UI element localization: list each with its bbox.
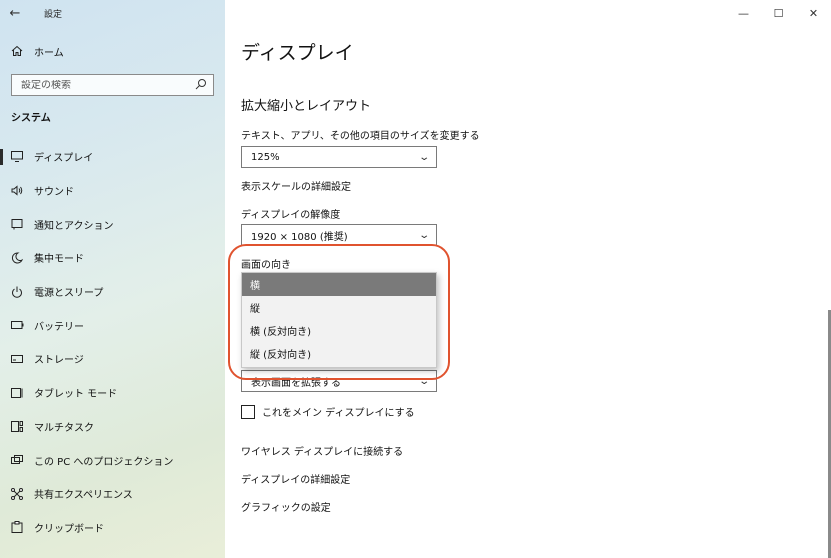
- graphics-settings-link[interactable]: グラフィックの設定: [241, 499, 331, 514]
- monitor-icon: [0, 151, 34, 163]
- clipboard-icon: [0, 521, 34, 534]
- sidebar-item-label: ストレージ: [34, 355, 84, 367]
- scale-section-title: 拡大縮小とレイアウト: [241, 99, 372, 114]
- sidebar-item-label: この PC へのプロジェクション: [34, 456, 174, 468]
- storage-icon: [0, 354, 34, 363]
- battery-icon: [0, 321, 34, 330]
- search-box[interactable]: [11, 74, 214, 96]
- main-content: — ☐ ✕ ディスプレイ 拡大縮小とレイアウト テキスト、アプリ、その他の項目の…: [225, 0, 831, 558]
- nav-list: ディスプレイ サウンド 通知とアクション 集中モード 電源とスリープ バッテリー…: [0, 140, 225, 544]
- sidebar-item-power[interactable]: 電源とスリープ: [0, 275, 225, 309]
- scale-dropdown[interactable]: 125% ⌄: [241, 146, 437, 168]
- wireless-display-link[interactable]: ワイヤレス ディスプレイに接続する: [241, 443, 403, 458]
- scale-value: 125%: [251, 151, 280, 163]
- sidebar-item-clipboard[interactable]: クリップボード: [0, 511, 225, 545]
- close-icon: ✕: [808, 6, 819, 20]
- title-bar: ← 設定: [0, 0, 225, 26]
- resolution-dropdown[interactable]: 1920 × 1080 (推奨) ⌄: [241, 224, 437, 246]
- sidebar-item-label: ディスプレイ: [34, 153, 94, 165]
- scale-label: テキスト、アプリ、その他の項目のサイズを変更する: [241, 131, 480, 142]
- app-title: 設定: [44, 9, 63, 20]
- chevron-down-icon: ⌄: [417, 151, 430, 163]
- sidebar-item-label: 電源とスリープ: [34, 288, 104, 300]
- sidebar-item-projection[interactable]: この PC へのプロジェクション: [0, 443, 225, 477]
- multitask-icon: [0, 420, 34, 432]
- maximize-icon: ☐: [773, 6, 784, 20]
- maximize-button[interactable]: ☐: [761, 0, 796, 26]
- sidebar-item-display[interactable]: ディスプレイ: [0, 140, 225, 174]
- main-display-checkbox-row[interactable]: これをメイン ディスプレイにする: [241, 404, 415, 419]
- sidebar-item-label: 通知とアクション: [34, 220, 114, 232]
- sidebar-item-notifications[interactable]: 通知とアクション: [0, 207, 225, 241]
- sidebar-item-label: 集中モード: [34, 254, 84, 266]
- highlight-outline: [228, 244, 450, 380]
- speaker-icon: [0, 185, 34, 196]
- page-title: ディスプレイ: [241, 42, 354, 64]
- home-link[interactable]: ホーム: [0, 40, 225, 62]
- close-button[interactable]: ✕: [796, 0, 831, 26]
- minimize-button[interactable]: —: [726, 0, 761, 26]
- search-icon[interactable]: [195, 78, 207, 93]
- window-controls: — ☐ ✕: [726, 0, 831, 26]
- sidebar-item-battery[interactable]: バッテリー: [0, 308, 225, 342]
- advanced-display-link[interactable]: ディスプレイの詳細設定: [241, 471, 350, 486]
- back-arrow-icon: ←: [9, 5, 21, 21]
- sidebar: ← 設定 ホーム システム ディスプレイ サウンド 通知とアクション 集中モード: [0, 0, 225, 558]
- sidebar-item-tablet[interactable]: タブレット モード: [0, 376, 225, 410]
- shared-icon: [0, 487, 34, 500]
- section-header: システム: [11, 113, 51, 124]
- sidebar-item-focus[interactable]: 集中モード: [0, 241, 225, 275]
- chevron-down-icon: ⌄: [417, 229, 430, 241]
- resolution-label: ディスプレイの解像度: [241, 210, 341, 221]
- moon-icon: [0, 252, 34, 264]
- advanced-scale-link[interactable]: 表示スケールの詳細設定: [241, 178, 351, 193]
- sidebar-item-label: マルチタスク: [34, 422, 94, 434]
- power-icon: [0, 286, 34, 298]
- minimize-icon: —: [738, 6, 749, 20]
- resolution-value: 1920 × 1080 (推奨): [251, 231, 348, 243]
- search-input[interactable]: [21, 79, 191, 91]
- sidebar-item-shared-experiences[interactable]: 共有エクスペリエンス: [0, 477, 225, 511]
- main-display-checkbox-label: これをメイン ディスプレイにする: [262, 408, 415, 419]
- sidebar-item-sound[interactable]: サウンド: [0, 174, 225, 208]
- back-button[interactable]: ←: [0, 0, 30, 26]
- projection-icon: [0, 454, 34, 466]
- home-label: ホーム: [34, 47, 64, 59]
- tablet-icon: [0, 387, 34, 398]
- sidebar-item-multitasking[interactable]: マルチタスク: [0, 410, 225, 444]
- main-display-checkbox[interactable]: [241, 404, 255, 419]
- sidebar-item-label: 共有エクスペリエンス: [34, 490, 133, 502]
- sidebar-item-label: タブレット モード: [34, 389, 118, 401]
- sidebar-item-label: クリップボード: [34, 523, 104, 535]
- sidebar-item-storage[interactable]: ストレージ: [0, 342, 225, 376]
- home-icon: [0, 45, 34, 57]
- notification-icon: [0, 218, 34, 230]
- sidebar-item-label: バッテリー: [34, 321, 84, 333]
- sidebar-item-label: サウンド: [34, 187, 74, 199]
